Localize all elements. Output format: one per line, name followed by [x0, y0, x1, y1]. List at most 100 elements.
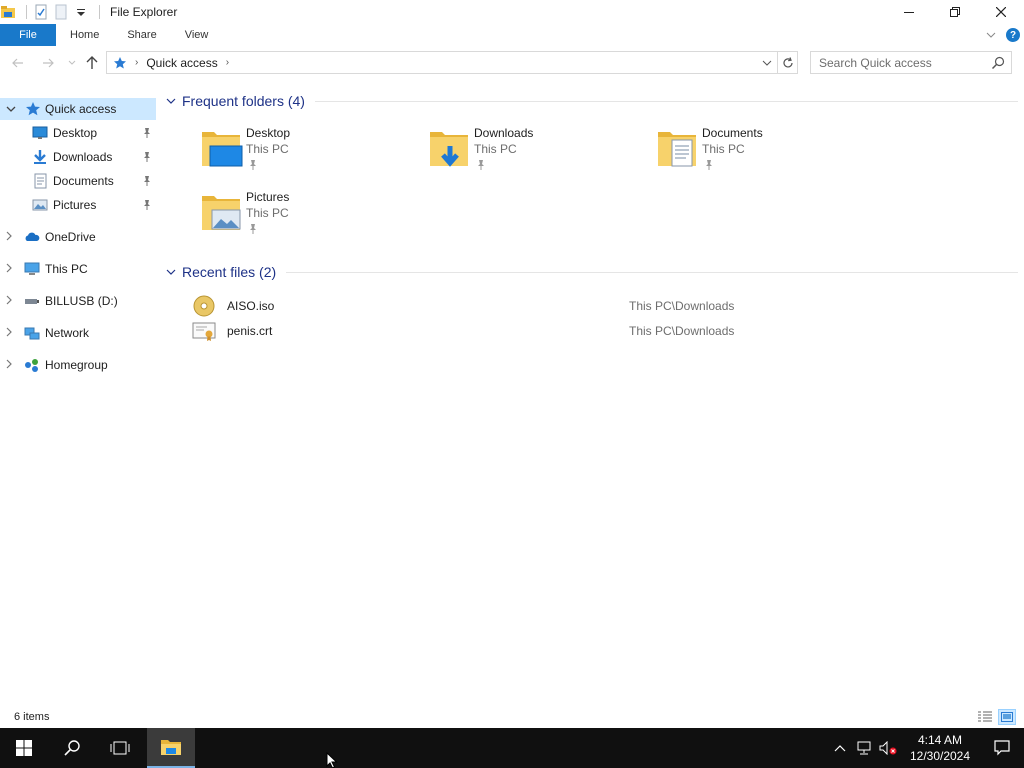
desktop-icon: [32, 126, 48, 139]
forward-button[interactable]: [38, 53, 58, 73]
sidebar-item-onedrive[interactable]: OneDrive: [0, 226, 156, 248]
search-taskbar-button[interactable]: [48, 728, 96, 768]
show-hidden-icons-button[interactable]: [828, 728, 852, 768]
close-button[interactable]: [978, 0, 1024, 24]
arrow-right-icon: [43, 58, 54, 68]
chevron-down-icon[interactable]: [6, 104, 16, 115]
folder-desktop-icon: [202, 132, 243, 167]
tile-name: Desktop: [246, 126, 291, 140]
recent-files-header[interactable]: Recent files (2): [166, 262, 1018, 282]
sidebar-item-homegroup[interactable]: Homegroup: [0, 354, 156, 376]
toolbar-separator: [99, 5, 100, 19]
sidebar-item-downloads[interactable]: Downloads: [0, 146, 156, 168]
chevron-down-icon[interactable]: [166, 96, 180, 107]
recent-file-row[interactable]: penis.crt This PC\Downloads: [192, 320, 792, 342]
search-input[interactable]: [819, 55, 979, 70]
expand-ribbon-button[interactable]: [980, 24, 1002, 46]
chevron-right-icon[interactable]: [6, 359, 16, 372]
folder-documents-icon: [658, 132, 696, 167]
file-name: AISO.iso: [227, 299, 275, 313]
recent-locations-button[interactable]: [62, 53, 82, 73]
chevron-up-icon: [834, 745, 846, 752]
window-controls: [886, 0, 1024, 24]
explorer-app-icon[interactable]: [0, 4, 16, 20]
folder-tile-desktop[interactable]: Desktop This PC: [200, 126, 420, 182]
search-icon[interactable]: [991, 56, 1005, 70]
sidebar-item-pictures[interactable]: Pictures: [0, 194, 156, 216]
folder-tile-pictures[interactable]: Pictures This PC: [200, 190, 420, 246]
tab-view[interactable]: View: [171, 24, 223, 46]
help-button[interactable]: ?: [1002, 24, 1024, 46]
sidebar-item-documents[interactable]: Documents: [0, 170, 156, 192]
chevron-down-icon[interactable]: [166, 267, 180, 278]
clock[interactable]: 4:14 AM 12/30/2024: [900, 732, 980, 764]
group-divider: [286, 271, 1018, 273]
disc-image-icon: [193, 295, 215, 317]
breadcrumb-separator-icon[interactable]: ›: [226, 57, 229, 68]
arrow-up-icon: [86, 56, 98, 69]
chevron-down-icon: [986, 32, 996, 38]
sidebar-item-label: Documents: [53, 174, 114, 188]
pin-icon[interactable]: [142, 151, 152, 163]
ribbon-right-controls: ?: [980, 24, 1024, 46]
sidebar-item-billusb[interactable]: BILLUSB (D:): [0, 290, 156, 312]
minimize-button[interactable]: [886, 0, 932, 24]
action-center-button[interactable]: [980, 728, 1024, 768]
breadcrumb-separator-icon[interactable]: ›: [135, 57, 138, 68]
customize-toolbar-icon[interactable]: [73, 4, 89, 20]
volume-tray-button[interactable]: [876, 728, 900, 768]
start-button[interactable]: [0, 728, 48, 768]
tab-file[interactable]: File: [0, 24, 56, 46]
tile-location: This PC: [702, 142, 745, 156]
windows-logo-icon: [16, 740, 32, 756]
toolbar-separator: [26, 5, 27, 19]
sidebar-item-this-pc[interactable]: This PC: [0, 258, 156, 280]
search-box[interactable]: [810, 51, 1012, 74]
folder-tile-documents[interactable]: Documents This PC: [656, 126, 876, 182]
tab-home[interactable]: Home: [56, 24, 113, 46]
pin-icon[interactable]: [142, 175, 152, 187]
chevron-right-icon[interactable]: [6, 263, 16, 276]
chevron-down-icon: [762, 60, 772, 66]
chevron-right-icon[interactable]: [6, 295, 16, 308]
new-folder-icon[interactable]: [53, 4, 69, 20]
sidebar-item-label: BILLUSB (D:): [45, 294, 118, 308]
file-explorer-taskbar-button[interactable]: [147, 728, 195, 768]
sidebar-item-desktop[interactable]: Desktop: [0, 122, 156, 144]
status-bar: 6 items: [0, 706, 1024, 728]
file-name: penis.crt: [227, 324, 273, 338]
frequent-folders-header[interactable]: Frequent folders (4): [166, 91, 1018, 111]
tile-location: This PC: [246, 142, 289, 156]
pin-icon[interactable]: [142, 127, 152, 139]
title-bar: File Explorer: [0, 0, 1024, 24]
sidebar-item-network[interactable]: Network: [0, 322, 156, 344]
address-history-button[interactable]: [757, 52, 777, 73]
file-path: This PC\Downloads: [629, 324, 735, 338]
breadcrumb-quick-access[interactable]: Quick access: [146, 56, 217, 70]
properties-icon[interactable]: [33, 4, 49, 20]
star-icon: [26, 102, 40, 116]
volume-muted-icon: [879, 741, 897, 755]
chevron-right-icon[interactable]: [6, 327, 16, 340]
network-tray-button[interactable]: [852, 728, 876, 768]
file-explorer-icon: [161, 740, 181, 755]
back-button[interactable]: [8, 53, 28, 73]
task-view-button[interactable]: [96, 728, 144, 768]
up-button[interactable]: [82, 53, 102, 73]
sidebar-item-label: Desktop: [53, 126, 98, 140]
clock-date: 12/30/2024: [909, 749, 971, 763]
address-bar[interactable]: › Quick access ›: [106, 51, 778, 74]
recent-file-row[interactable]: AISO.iso This PC\Downloads: [192, 295, 792, 317]
refresh-button[interactable]: [778, 51, 798, 74]
pin-icon[interactable]: [142, 199, 152, 211]
tab-share[interactable]: Share: [113, 24, 170, 46]
folder-tile-downloads[interactable]: Downloads This PC: [428, 126, 648, 182]
sidebar-item-quick-access[interactable]: Quick access: [0, 98, 156, 120]
notification-icon: [994, 740, 1010, 756]
group-title: Recent files (2): [182, 264, 277, 280]
chevron-right-icon[interactable]: [6, 231, 16, 244]
details-view-button[interactable]: [976, 709, 994, 725]
sidebar-item-label: Pictures: [53, 198, 97, 212]
restore-button[interactable]: [932, 0, 978, 24]
large-icons-view-button[interactable]: [998, 709, 1016, 725]
